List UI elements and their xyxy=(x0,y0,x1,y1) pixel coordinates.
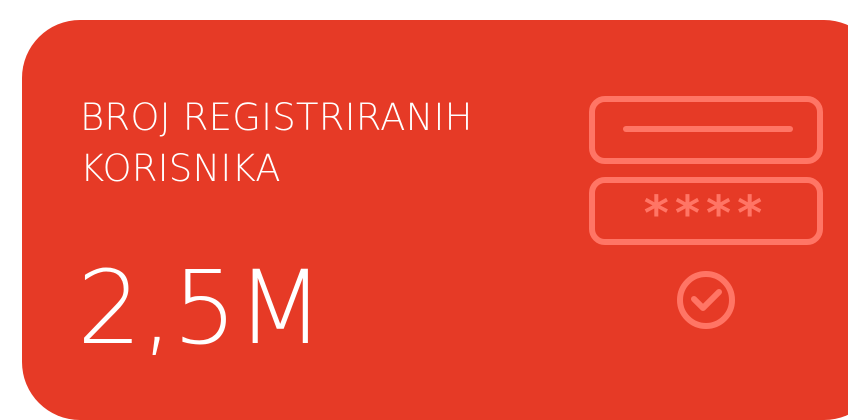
password-mask: **** xyxy=(644,186,768,242)
registered-users-card: BROJ REGISTRIRANIH KORISNIKA 2,5M **** xyxy=(22,20,848,420)
username-field-icon xyxy=(589,96,823,164)
check-circle-icon xyxy=(677,271,735,329)
card-value: 2,5M xyxy=(77,249,324,368)
login-illustration: **** xyxy=(589,96,823,329)
password-field-icon: **** xyxy=(589,177,823,245)
card-title: BROJ REGISTRIRANIH KORISNIKA xyxy=(80,96,473,190)
